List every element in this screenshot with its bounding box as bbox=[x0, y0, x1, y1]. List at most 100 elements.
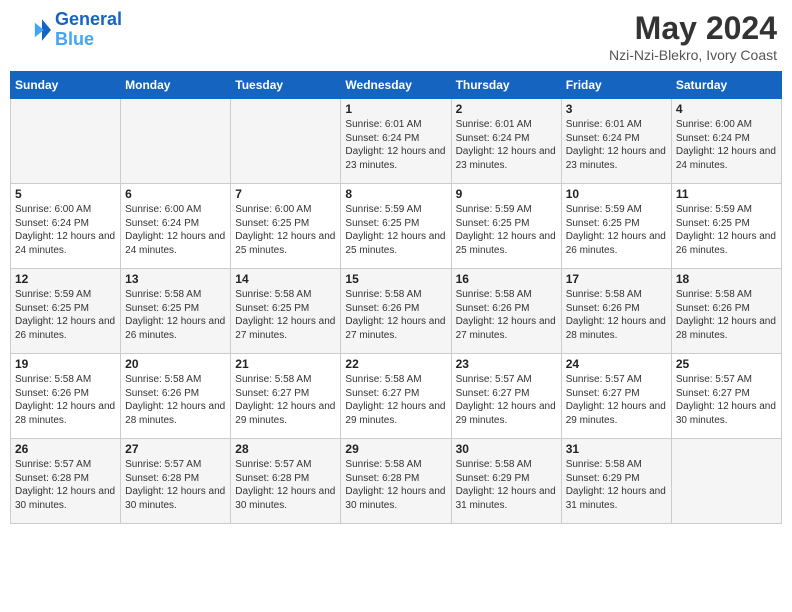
calendar-cell: 13Sunrise: 5:58 AMSunset: 6:25 PMDayligh… bbox=[121, 269, 231, 354]
day-number: 15 bbox=[345, 272, 446, 286]
day-number: 3 bbox=[566, 102, 667, 116]
calendar-cell: 24 Sunrise: 5:57 AMSunset: 6:27 PMDayligh… bbox=[561, 354, 671, 439]
day-number: 4 bbox=[676, 102, 777, 116]
calendar-cell: 12Sunrise: 5:59 AMSunset: 6:25 PMDayligh… bbox=[11, 269, 121, 354]
logo: General Blue bbox=[15, 10, 122, 50]
day-info: Sunrise: 6:00 AMSunset: 6:24 PMDaylight:… bbox=[676, 118, 777, 172]
month-year: May 2024 bbox=[609, 10, 777, 47]
day-number: 13 bbox=[125, 272, 226, 286]
day-info: Sunrise: 5:59 AMSunset: 6:25 PMDaylight:… bbox=[345, 203, 446, 257]
calendar-cell: 20Sunrise: 5:58 AMSunset: 6:26 PMDayligh… bbox=[121, 354, 231, 439]
day-number: 23 bbox=[456, 357, 557, 371]
day-info: Sunrise: 5:58 AMSunset: 6:26 PMDaylight:… bbox=[15, 373, 116, 427]
day-number: 19 bbox=[15, 357, 116, 371]
calendar-cell: 15 Sunrise: 5:58 AMSunset: 6:26 PMDayligh… bbox=[341, 269, 451, 354]
day-info: Sunrise: 5:58 AMSunset: 6:29 PMDaylight:… bbox=[566, 458, 667, 512]
day-number: 5 bbox=[15, 187, 116, 201]
calendar-cell: 5Sunrise: 6:00 AMSunset: 6:24 PMDaylight… bbox=[11, 184, 121, 269]
day-number: 27 bbox=[125, 442, 226, 456]
day-info: Sunrise: 5:57 AMSunset: 6:28 PMDaylight:… bbox=[125, 458, 226, 512]
day-info: Sunrise: 5:57 AMSunset: 6:27 PMDaylight:… bbox=[566, 373, 667, 427]
calendar-cell: 18Sunrise: 5:58 AMSunset: 6:26 PMDayligh… bbox=[671, 269, 781, 354]
day-info: Sunrise: 5:57 AMSunset: 6:27 PMDaylight:… bbox=[676, 373, 777, 427]
day-number: 16 bbox=[456, 272, 557, 286]
calendar-week-row: 26 Sunrise: 5:57 AMSunset: 6:28 PMDayligh… bbox=[11, 439, 782, 524]
day-number: 7 bbox=[235, 187, 336, 201]
day-number: 24 bbox=[566, 357, 667, 371]
title-block: May 2024 Nzi-Nzi-Blekro, Ivory Coast bbox=[609, 10, 777, 63]
calendar-cell: 26 Sunrise: 5:57 AMSunset: 6:28 PMDayligh… bbox=[11, 439, 121, 524]
calendar-cell: 6Sunrise: 6:00 AMSunset: 6:24 PMDaylight… bbox=[121, 184, 231, 269]
calendar-cell: 31 Sunrise: 5:58 AMSunset: 6:29 PMDayligh… bbox=[561, 439, 671, 524]
day-number: 31 bbox=[566, 442, 667, 456]
calendar-cell: 3Sunrise: 6:01 AMSunset: 6:24 PMDaylight… bbox=[561, 99, 671, 184]
day-info: Sunrise: 6:00 AMSunset: 6:24 PMDaylight:… bbox=[125, 203, 226, 257]
day-number: 11 bbox=[676, 187, 777, 201]
day-number: 26 bbox=[15, 442, 116, 456]
day-number: 25 bbox=[676, 357, 777, 371]
calendar-cell: 11 Sunrise: 5:59 AMSunset: 6:25 PMDayligh… bbox=[671, 184, 781, 269]
header-day-wednesday: Wednesday bbox=[341, 72, 451, 99]
logo-text: General Blue bbox=[55, 10, 122, 50]
day-info: Sunrise: 6:01 AMSunset: 6:24 PMDaylight:… bbox=[456, 118, 557, 172]
calendar-cell: 21Sunrise: 5:58 AMSunset: 6:27 PMDayligh… bbox=[231, 354, 341, 439]
calendar-cell: 25 Sunrise: 5:57 AMSunset: 6:27 PMDayligh… bbox=[671, 354, 781, 439]
logo-icon bbox=[15, 12, 51, 48]
day-number: 22 bbox=[345, 357, 446, 371]
header: General Blue May 2024 Nzi-Nzi-Blekro, Iv… bbox=[10, 10, 782, 63]
day-info: Sunrise: 5:57 AMSunset: 6:28 PMDaylight:… bbox=[15, 458, 116, 512]
header-day-thursday: Thursday bbox=[451, 72, 561, 99]
header-day-sunday: Sunday bbox=[11, 72, 121, 99]
calendar-week-row: 19 Sunrise: 5:58 AMSunset: 6:26 PMDayligh… bbox=[11, 354, 782, 439]
day-number: 10 bbox=[566, 187, 667, 201]
calendar-cell: 1 Sunrise: 6:01 AMSunset: 6:24 PMDaylight… bbox=[341, 99, 451, 184]
calendar-cell bbox=[671, 439, 781, 524]
day-number: 18 bbox=[676, 272, 777, 286]
calendar-cell: 16Sunrise: 5:58 AMSunset: 6:26 PMDayligh… bbox=[451, 269, 561, 354]
calendar-cell bbox=[11, 99, 121, 184]
day-number: 8 bbox=[345, 187, 446, 201]
calendar-cell: 2 Sunrise: 6:01 AMSunset: 6:24 PMDaylight… bbox=[451, 99, 561, 184]
calendar-week-row: 1 Sunrise: 6:01 AMSunset: 6:24 PMDaylight… bbox=[11, 99, 782, 184]
day-number: 2 bbox=[456, 102, 557, 116]
calendar-cell: 4 Sunrise: 6:00 AMSunset: 6:24 PMDaylight… bbox=[671, 99, 781, 184]
calendar-week-row: 12Sunrise: 5:59 AMSunset: 6:25 PMDayligh… bbox=[11, 269, 782, 354]
header-day-friday: Friday bbox=[561, 72, 671, 99]
calendar-cell bbox=[121, 99, 231, 184]
calendar-cell: 10 Sunrise: 5:59 AMSunset: 6:25 PMDayligh… bbox=[561, 184, 671, 269]
day-info: Sunrise: 6:01 AMSunset: 6:24 PMDaylight:… bbox=[345, 118, 446, 172]
calendar-cell: 14Sunrise: 5:58 AMSunset: 6:25 PMDayligh… bbox=[231, 269, 341, 354]
day-info: Sunrise: 5:59 AMSunset: 6:25 PMDaylight:… bbox=[676, 203, 777, 257]
calendar-cell: 30Sunrise: 5:58 AMSunset: 6:29 PMDayligh… bbox=[451, 439, 561, 524]
header-day-saturday: Saturday bbox=[671, 72, 781, 99]
calendar-cell: 28 Sunrise: 5:57 AMSunset: 6:28 PMDayligh… bbox=[231, 439, 341, 524]
day-info: Sunrise: 5:58 AMSunset: 6:26 PMDaylight:… bbox=[566, 288, 667, 342]
day-number: 21 bbox=[235, 357, 336, 371]
day-info: Sunrise: 5:58 AMSunset: 6:27 PMDaylight:… bbox=[345, 373, 446, 427]
day-info: Sunrise: 5:57 AMSunset: 6:27 PMDaylight:… bbox=[456, 373, 557, 427]
day-number: 30 bbox=[456, 442, 557, 456]
day-number: 1 bbox=[345, 102, 446, 116]
day-info: Sunrise: 6:00 AMSunset: 6:25 PMDaylight:… bbox=[235, 203, 336, 257]
calendar-cell: 9 Sunrise: 5:59 AMSunset: 6:25 PMDaylight… bbox=[451, 184, 561, 269]
calendar-cell: 17Sunrise: 5:58 AMSunset: 6:26 PMDayligh… bbox=[561, 269, 671, 354]
day-info: Sunrise: 5:58 AMSunset: 6:28 PMDaylight:… bbox=[345, 458, 446, 512]
calendar-table: SundayMondayTuesdayWednesdayThursdayFrid… bbox=[10, 71, 782, 524]
header-day-monday: Monday bbox=[121, 72, 231, 99]
day-info: Sunrise: 5:59 AMSunset: 6:25 PMDaylight:… bbox=[15, 288, 116, 342]
day-number: 9 bbox=[456, 187, 557, 201]
day-info: Sunrise: 5:58 AMSunset: 6:26 PMDaylight:… bbox=[345, 288, 446, 342]
day-number: 28 bbox=[235, 442, 336, 456]
calendar-week-row: 5 Sunrise: 6:00 AMSunset: 6:24 PMDaylight… bbox=[11, 184, 782, 269]
day-number: 14 bbox=[235, 272, 336, 286]
day-number: 29 bbox=[345, 442, 446, 456]
calendar-cell: 22 Sunrise: 5:58 AMSunset: 6:27 PMDayligh… bbox=[341, 354, 451, 439]
day-info: Sunrise: 5:57 AMSunset: 6:28 PMDaylight:… bbox=[235, 458, 336, 512]
day-number: 20 bbox=[125, 357, 226, 371]
calendar-cell: 7 Sunrise: 6:00 AMSunset: 6:25 PMDaylight… bbox=[231, 184, 341, 269]
calendar-cell: 23 Sunrise: 5:57 AMSunset: 6:27 PMDayligh… bbox=[451, 354, 561, 439]
day-info: Sunrise: 5:59 AMSunset: 6:25 PMDaylight:… bbox=[566, 203, 667, 257]
day-info: Sunrise: 5:59 AMSunset: 6:25 PMDaylight:… bbox=[456, 203, 557, 257]
calendar-cell: 27 Sunrise: 5:57 AMSunset: 6:28 PMDayligh… bbox=[121, 439, 231, 524]
calendar-header-row: SundayMondayTuesdayWednesdayThursdayFrid… bbox=[11, 72, 782, 99]
